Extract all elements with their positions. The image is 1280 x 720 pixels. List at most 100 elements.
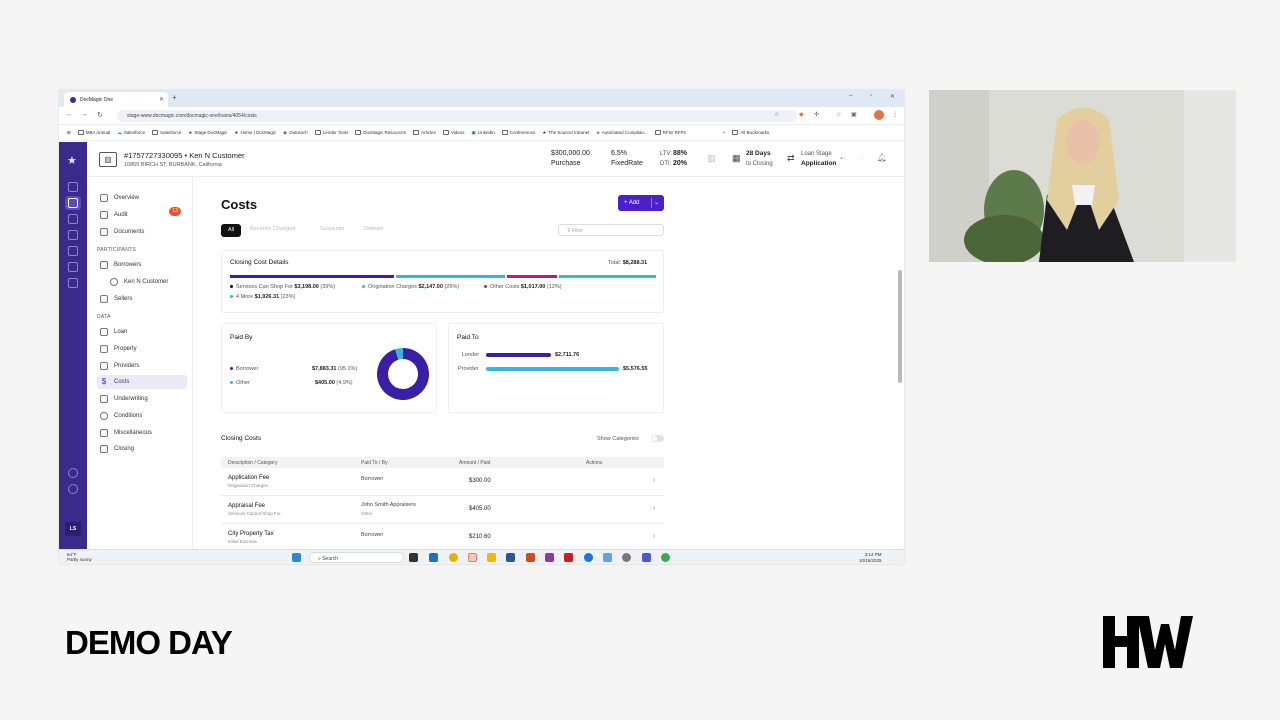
new-tab-icon[interactable]: + xyxy=(172,93,177,102)
snip-icon[interactable] xyxy=(603,553,612,562)
chevron-right-icon[interactable]: › xyxy=(653,477,655,484)
bookmark-star-icon[interactable]: ☆ xyxy=(836,111,841,118)
sidebar-item-property[interactable]: Property xyxy=(97,342,187,356)
acrobat-icon[interactable] xyxy=(564,553,573,562)
send-icon[interactable] xyxy=(68,214,78,224)
sidepanel-icon[interactable]: ▣ xyxy=(851,111,857,118)
chrome-icon[interactable] xyxy=(449,553,458,562)
bookmark[interactable]: MBA Annual xyxy=(77,130,110,135)
extension-icon[interactable]: ◆ xyxy=(799,111,804,118)
outlook-icon[interactable] xyxy=(429,553,438,562)
loan-id[interactable]: #1757727330095 • Ken N Customer xyxy=(124,151,245,160)
url-field[interactable]: stage-www.docmagic.com/docmagic-one/loan… xyxy=(117,110,797,122)
more-bookmarks-icon[interactable]: » xyxy=(723,130,726,135)
bookmark[interactable]: ◈ Automated Complian... xyxy=(596,130,647,136)
browser-tab[interactable]: DocMagic One ✕ xyxy=(64,92,168,107)
close-tab-icon[interactable]: ✕ xyxy=(159,96,164,103)
teams-icon[interactable] xyxy=(642,553,651,562)
sidebar-item-sellers[interactable]: Sellers xyxy=(97,292,187,306)
settings-icon[interactable] xyxy=(622,553,631,562)
legend-4-more[interactable]: 4 More $1,926.31 (23%) xyxy=(230,294,295,300)
minimize-icon[interactable]: – xyxy=(849,93,852,99)
settings-icon[interactable] xyxy=(68,484,78,494)
filter-tab-all[interactable]: All xyxy=(221,224,241,237)
notification-bell-icon[interactable]: 🔔︎ xyxy=(877,153,887,162)
chart-icon[interactable]: ▥ xyxy=(707,153,716,164)
weather-widget[interactable]: 64°F Partly sunny xyxy=(67,552,92,562)
onenote-icon[interactable] xyxy=(545,553,554,562)
taskbar-search[interactable]: ⌕ Search xyxy=(309,552,404,563)
show-categories-toggle[interactable] xyxy=(651,435,664,442)
user-avatar[interactable]: LS xyxy=(65,522,81,536)
bookmark[interactable]: All Bookmarks xyxy=(732,130,769,135)
loan-stage-value[interactable]: Application xyxy=(801,160,836,167)
bookmark[interactable]: ▣ LinkedIn xyxy=(472,130,495,136)
sidebar-item-documents[interactable]: Documents xyxy=(97,225,187,239)
page-scrollbar[interactable] xyxy=(898,270,902,383)
grid-icon[interactable] xyxy=(68,182,78,192)
comment-icon[interactable]: ◌ xyxy=(859,153,864,162)
bookmark[interactable]: Articles xyxy=(413,130,436,135)
bookmark[interactable]: DocMagic Resources xyxy=(355,130,406,135)
reload-icon[interactable]: ↻ xyxy=(97,111,103,119)
back-icon[interactable]: ← xyxy=(66,111,73,118)
sidebar-item-borrowers[interactable]: Borrowers xyxy=(97,258,187,272)
filter-input[interactable]: ⊽ Filter xyxy=(558,224,664,236)
chevron-down-icon[interactable]: ⌄ xyxy=(654,199,659,206)
sidebar-item-costs[interactable]: $ Costs xyxy=(97,375,187,389)
bookmark[interactable]: ◉ Outreach xyxy=(283,130,307,136)
archive-icon[interactable] xyxy=(68,278,78,288)
menu-dots-icon[interactable]: ⋮ xyxy=(892,111,898,118)
sidebar-item-ken-n-customer[interactable]: Ken N Customer xyxy=(107,275,187,289)
chevron-down-icon[interactable]: ⌄ xyxy=(839,154,844,161)
bookmark[interactable]: RFIs/ RFPs xyxy=(654,130,686,135)
sidebar-item-providers[interactable]: Providers xyxy=(97,359,187,373)
chevron-right-icon[interactable]: › xyxy=(653,533,655,540)
docmagic-logo-icon[interactable]: ★ xyxy=(67,154,77,167)
table-row[interactable]: Application Fee Origination Charges Borr… xyxy=(221,468,664,496)
sidebar-item-loan[interactable]: Loan xyxy=(97,325,187,339)
word-icon[interactable] xyxy=(506,553,515,562)
star-icon[interactable]: ☆ xyxy=(774,111,779,118)
bookmark[interactable]: Lender Tools xyxy=(314,130,348,135)
bookmark[interactable]: ★ The Source/ Intranet xyxy=(542,130,589,136)
table-row[interactable]: Appraisal Fee Services Cannot Shop For J… xyxy=(221,496,664,524)
apps-icon[interactable]: ⊞ xyxy=(67,130,71,136)
task-view-icon[interactable] xyxy=(409,553,418,562)
filter-tab-suspense[interactable]: Suspense xyxy=(320,226,344,232)
taskbar-clock[interactable]: 3:14 PM 10/16/2025 xyxy=(859,552,882,564)
chevron-right-icon[interactable]: › xyxy=(653,505,655,512)
windows-start-icon[interactable] xyxy=(292,553,301,562)
profile-avatar[interactable] xyxy=(874,110,884,120)
sidebar-item-closing[interactable]: Closing xyxy=(97,442,187,456)
sidebar-item-miscellaneous[interactable]: Miscellaneous xyxy=(97,426,187,440)
filter-tab-deleted[interactable]: Deleted xyxy=(364,226,383,232)
chat-icon[interactable] xyxy=(68,262,78,272)
bookmark[interactable]: ★ Stage DocMagic xyxy=(188,130,227,136)
bookmark[interactable]: ★ Home | DocMagic xyxy=(234,130,276,136)
search-icon[interactable] xyxy=(68,230,78,240)
bookmark[interactable]: Videos xyxy=(442,130,465,135)
sidebar-item-overview[interactable]: Overview xyxy=(97,191,187,205)
puzzle-icon[interactable]: ✣ xyxy=(814,111,819,118)
restore-icon[interactable]: ▫ xyxy=(870,93,872,99)
powerpoint-icon[interactable] xyxy=(526,553,535,562)
forward-icon[interactable]: → xyxy=(81,111,88,118)
bell-icon[interactable] xyxy=(68,246,78,256)
close-window-icon[interactable]: ✕ xyxy=(890,93,895,100)
bookmark[interactable]: ☁ Salesforce xyxy=(117,130,145,136)
bookmark[interactable]: Salesforce xyxy=(152,130,181,135)
add-cost-button[interactable]: + Add ⌄ xyxy=(618,195,664,211)
table-row[interactable]: City Property Tax Initial Escrows Borrow… xyxy=(221,524,664,549)
file-explorer-icon[interactable] xyxy=(487,553,496,562)
bookmark[interactable]: Conferences xyxy=(501,130,535,135)
sidebar-item-underwriting[interactable]: Underwriting xyxy=(97,392,187,406)
active-app-icon[interactable] xyxy=(468,553,477,562)
filter-tab-recently-changed[interactable]: Recently Changed xyxy=(250,226,295,232)
document-icon[interactable] xyxy=(68,198,78,208)
icon-rail: ★ LS xyxy=(59,142,87,549)
help-icon[interactable] xyxy=(68,468,78,478)
zoom-icon[interactable] xyxy=(584,553,593,562)
sidebar-item-conditions[interactable]: Conditions xyxy=(97,409,187,423)
maps-icon[interactable] xyxy=(661,553,670,562)
